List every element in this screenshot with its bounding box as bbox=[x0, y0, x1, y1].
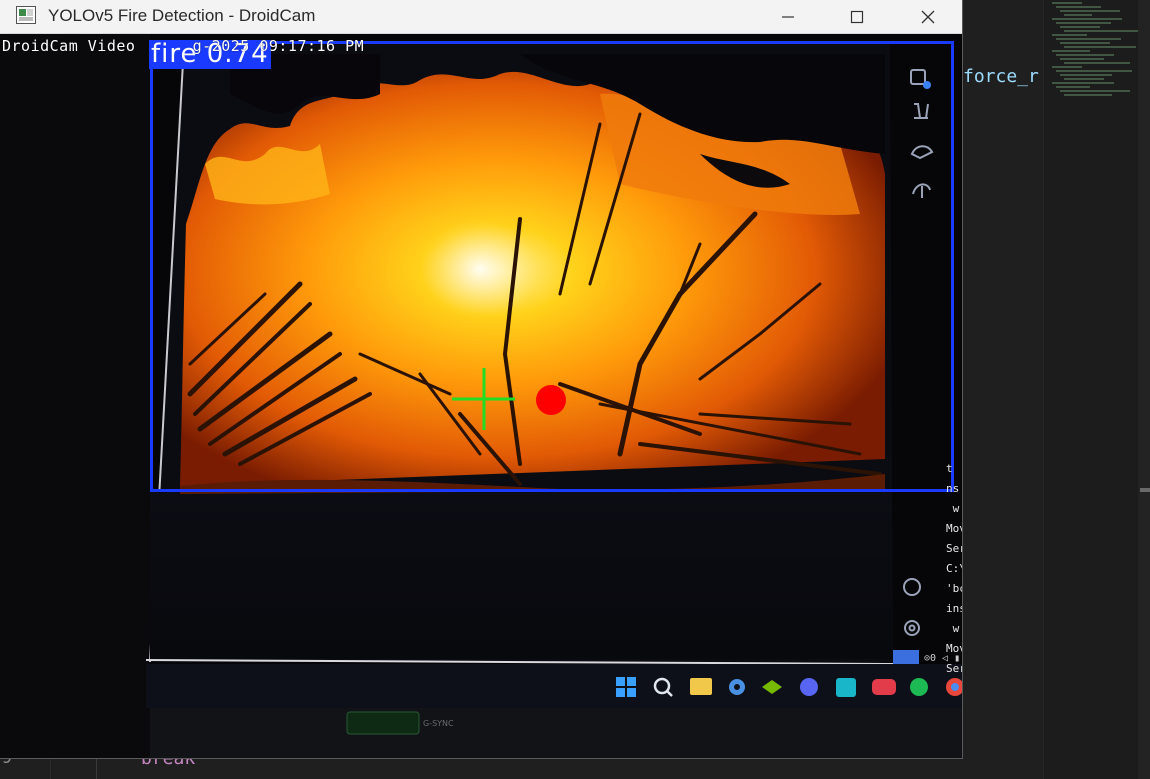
gsync-badge bbox=[346, 711, 420, 735]
droidcam-overlay-text: DroidCam Video g-2025 09:17:16 PM bbox=[2, 37, 365, 55]
minimap-code-line bbox=[1052, 2, 1082, 4]
captured-taskbar-tile bbox=[893, 650, 919, 664]
detection-window[interactable]: YOLOv5 Fire Detection - DroidCam ⊙0 ◁ ▮ … bbox=[0, 0, 963, 759]
editor-minimap[interactable] bbox=[1043, 0, 1144, 779]
minimap-code-line bbox=[1064, 46, 1136, 48]
minimize-button[interactable] bbox=[765, 0, 811, 33]
code-partial-identifier[interactable]: force_r bbox=[963, 66, 1039, 87]
minimap-code-line bbox=[1060, 90, 1130, 92]
camera-feed: ⊙0 ◁ ▮ G-SYNC fire 0.74 DroidCam Video g… bbox=[0, 34, 962, 758]
maximize-button[interactable] bbox=[834, 0, 880, 33]
minimap-code-line bbox=[1064, 78, 1104, 80]
screen-lower-area bbox=[150, 489, 892, 659]
minimap-code-line bbox=[1052, 18, 1122, 20]
minimap-code-line bbox=[1064, 62, 1130, 64]
captured-spotify-icon bbox=[910, 678, 928, 696]
minimap-code-line bbox=[1056, 54, 1114, 56]
laptop-base bbox=[150, 708, 962, 758]
minimap-code-line bbox=[1060, 42, 1110, 44]
opencv-window-icon bbox=[16, 6, 36, 24]
minimize-icon bbox=[782, 15, 794, 18]
minimap-code-line bbox=[1056, 70, 1132, 72]
captured-video-icon bbox=[872, 679, 896, 695]
captured-terminal-text: t ns w Mov Ser C:\ 'bc ins w Mov Ser bbox=[946, 462, 962, 675]
minimap-code-line bbox=[1060, 26, 1100, 28]
captured-discord-icon bbox=[800, 678, 818, 696]
window-title: YOLOv5 Fire Detection - DroidCam bbox=[48, 6, 316, 25]
minimap-code-line bbox=[1052, 66, 1082, 68]
close-button[interactable] bbox=[905, 0, 951, 33]
minimap-code-line bbox=[1056, 6, 1101, 8]
captured-gear-icon bbox=[904, 620, 920, 636]
minimap-code-line bbox=[1060, 10, 1120, 12]
minimap-code-line bbox=[1056, 22, 1111, 24]
editor-scrollbar[interactable] bbox=[1138, 0, 1150, 779]
captured-user-icon bbox=[903, 578, 921, 596]
svg-text:G-SYNC: G-SYNC bbox=[423, 719, 454, 728]
window-titlebar[interactable]: YOLOv5 Fire Detection - DroidCam bbox=[0, 0, 962, 34]
minimap-code-line bbox=[1052, 34, 1087, 36]
close-icon bbox=[921, 10, 935, 23]
scrollbar-thumb[interactable] bbox=[1140, 488, 1150, 492]
minimap-code-line bbox=[1064, 14, 1092, 16]
captured-folder-icon bbox=[690, 678, 712, 695]
detection-bounding-box bbox=[150, 41, 954, 492]
minimap-code-line bbox=[1064, 30, 1144, 32]
maximize-icon bbox=[850, 10, 864, 23]
bezel-left bbox=[0, 34, 150, 758]
minimap-code-line bbox=[1060, 74, 1112, 76]
minimap-code-line bbox=[1052, 82, 1114, 84]
minimap-code-line bbox=[1064, 94, 1112, 96]
minimap-code-line bbox=[1060, 58, 1104, 60]
minimap-code-line bbox=[1056, 38, 1121, 40]
minimap-code-line bbox=[1056, 86, 1090, 88]
minimap-code-line bbox=[1052, 50, 1090, 52]
captured-app-tile-icon bbox=[836, 678, 856, 697]
